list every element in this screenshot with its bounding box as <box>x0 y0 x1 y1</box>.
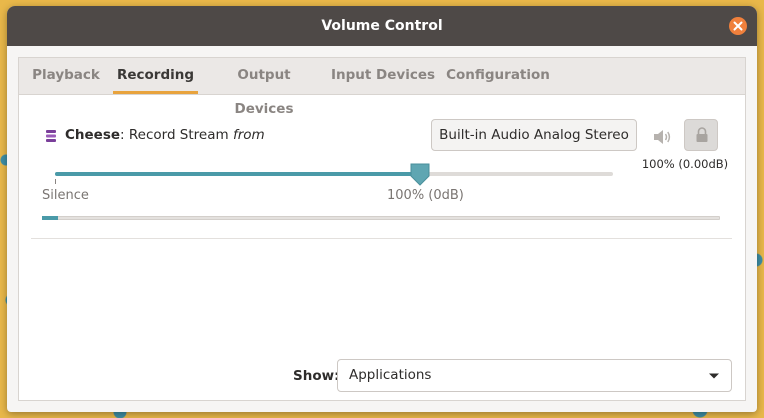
device-select-button[interactable]: Built-in Audio Analog Stereo <box>431 119 637 151</box>
volume-level-readout: 100% (0.00dB) <box>641 157 729 171</box>
slider-label-silence: Silence <box>42 188 89 203</box>
stream-name: Record Stream <box>128 127 229 143</box>
tab-recording[interactable]: Recording <box>113 58 198 94</box>
slider-label-100-percent: 100% (0dB) <box>387 188 464 203</box>
stream-title: Cheese: Record Stream from <box>65 127 265 143</box>
tab-playback[interactable]: Playback <box>19 58 113 94</box>
show-label: Show: <box>293 368 340 384</box>
stream-app-name: Cheese <box>65 127 121 143</box>
volume-control-window: Volume Control Playback Recording Output… <box>7 6 757 412</box>
row-separator <box>31 238 732 239</box>
close-icon <box>733 21 743 31</box>
chevron-down-icon <box>709 373 719 379</box>
window-title: Volume Control <box>321 18 443 34</box>
peak-level-fill <box>42 216 58 220</box>
show-filter-value: Applications <box>349 367 432 383</box>
slider-tick-silence <box>55 179 56 184</box>
speaker-mute-toggle-icon[interactable] <box>651 127 673 147</box>
lock-channels-icon <box>696 127 708 142</box>
notebook: Playback Recording Output Devices Input … <box>18 57 746 401</box>
stream-from-label: from <box>232 127 265 143</box>
tab-input-devices[interactable]: Input Devices <box>330 58 436 94</box>
stream-title-separator: : <box>120 127 129 143</box>
lock-channels-button[interactable] <box>684 119 718 151</box>
tab-configuration[interactable]: Configuration <box>443 58 553 94</box>
close-button[interactable] <box>729 17 747 35</box>
peak-level-meter <box>42 216 720 220</box>
titlebar: Volume Control <box>7 6 757 46</box>
tab-output-devices[interactable]: Output Devices <box>206 58 322 117</box>
show-filter-combo[interactable]: Applications <box>337 359 732 392</box>
volume-slider-handle[interactable] <box>410 162 430 188</box>
volume-slider-fill <box>55 172 420 176</box>
cheese-app-icon <box>46 130 56 142</box>
stream-row: Cheese: Record Stream from Built-in Audi… <box>19 95 745 239</box>
volume-slider[interactable] <box>55 163 613 186</box>
tab-bar: Playback Recording Output Devices Input … <box>19 58 745 117</box>
